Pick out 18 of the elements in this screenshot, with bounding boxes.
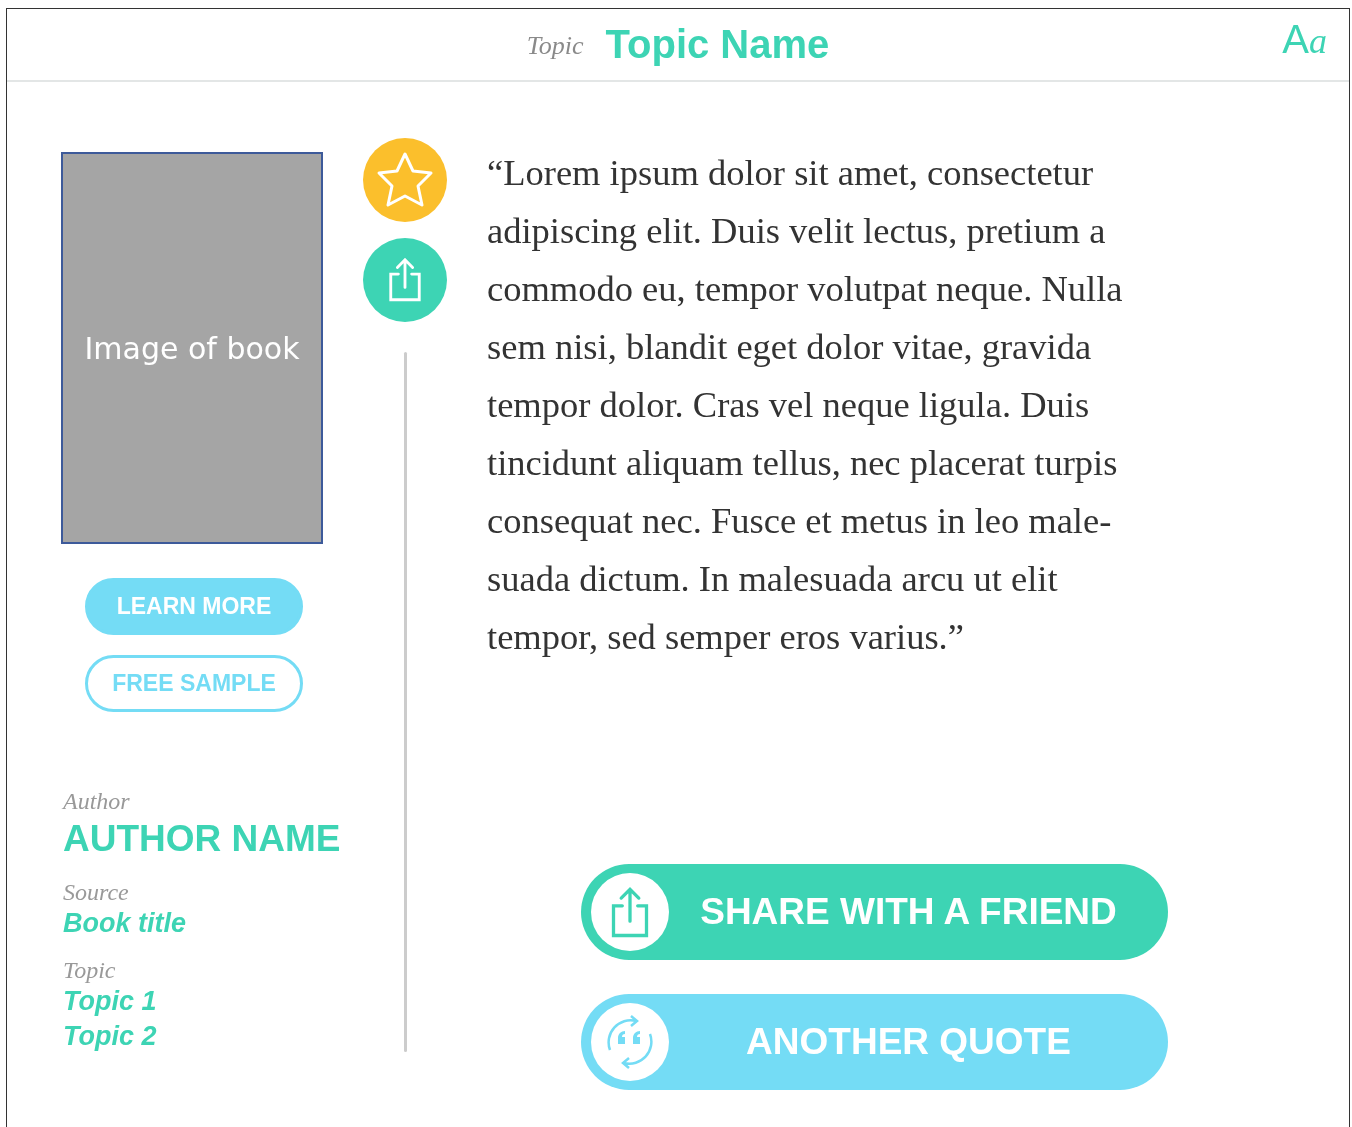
detail-link[interactable]: Topic 2 [63,1019,353,1055]
learn-more-button[interactable]: LEARN MORE [85,578,303,635]
detail-link[interactable]: Book title [63,906,353,942]
detail-label: Topic [63,957,117,985]
detail-link[interactable]: Topic 1 [63,984,353,1020]
another-quote-button[interactable]: ANOTHER QUOTE [581,994,1168,1090]
topic-title: Topic Name [605,22,830,67]
font-size-button[interactable]: Aa [1280,17,1329,62]
quote-text: “Lorem ipsum dolor sit amet, consectetur adipiscing elit. Duis velit lectus, pretium a commodo eu, tempor volutpat neque. Nulla sem nisi, blandit eget dolor vitae, gravida tempor dolor. Cras vel neque ligula. Duis tincidunt aliquam tellus, nec placerat turpis consequat nec. Fusce et metus in leo male- suada dictum. In malesuada arcu ut elit tempor, sed semper eros varius.” [487,151,1124,659]
author-name: AUTHOR NAME [63,817,342,861]
detail-label: Author [63,788,131,815]
star-icon [375,151,435,209]
book-image-label: Image of book [84,330,300,366]
share-icon [386,257,424,303]
detail-label: Source [63,879,130,907]
free-sample-button[interactable]: FREE SAMPLE [85,655,303,712]
header-label: Topic [526,30,584,61]
share-with-friend-button[interactable]: SHARE WITH A FRIEND [581,864,1168,960]
